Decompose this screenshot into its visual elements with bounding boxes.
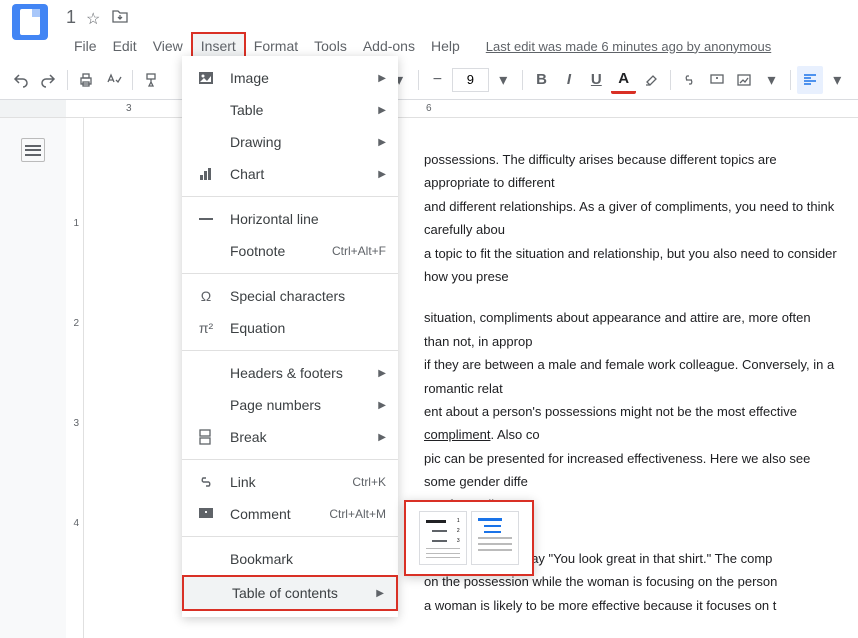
menu-edit[interactable]: Edit [105,34,145,58]
text-color-button[interactable]: A [611,66,636,94]
more-button[interactable]: ▾ [759,66,784,94]
omega-icon: Ω [194,288,218,304]
chevron-right-icon: ▶ [378,73,386,84]
menubar: File Edit View Insert Format Tools Add-o… [0,32,858,60]
image-icon [194,69,218,87]
doc-title[interactable]: 1 [66,7,76,28]
chevron-right-icon: ▶ [378,105,386,116]
last-edit-link[interactable]: Last edit was made 6 minutes ago by anon… [486,39,771,54]
highlight-button[interactable] [638,66,663,94]
break-icon [194,428,218,446]
chevron-right-icon: ▶ [378,137,386,148]
toc-option-links[interactable] [471,511,519,565]
docs-logo[interactable] [12,4,48,40]
insert-image-button[interactable] [731,66,756,94]
underline-button[interactable]: U [584,66,609,94]
italic-button[interactable]: I [556,66,581,94]
chevron-right-icon: ▶ [378,432,386,443]
print-button[interactable] [74,66,99,94]
comment-icon [194,505,218,523]
vertical-ruler[interactable]: 1 2 3 4 [66,118,84,638]
redo-button[interactable] [35,66,60,94]
horizontal-ruler[interactable]: 3 4 5 6 [0,100,858,118]
menu-item-page-numbers[interactable]: Page numbers ▶ [182,389,398,421]
font-size-decrease[interactable]: − [425,66,450,94]
insert-dropdown: Image ▶ Table ▶ Drawing ▶ Chart ▶ Horizo… [182,56,398,617]
menu-item-footnote[interactable]: Footnote Ctrl+Alt+F [182,235,398,267]
bold-button[interactable]: B [529,66,554,94]
toolbar: ▾ − 9 ▾ B I U A ▾ ▾ [0,60,858,100]
menu-addons[interactable]: Add-ons [355,34,423,58]
menu-item-special-chars[interactable]: Ω Special characters [182,280,398,312]
menu-tools[interactable]: Tools [306,34,355,58]
menu-item-equation[interactable]: π² Equation [182,312,398,344]
spellcheck-button[interactable] [101,66,126,94]
font-size-input[interactable]: 9 [452,68,488,92]
undo-button[interactable] [8,66,33,94]
star-icon[interactable]: ☆ [86,9,102,25]
font-size-increase[interactable]: ▾ [491,66,516,94]
insert-link-button[interactable] [677,66,702,94]
menu-view[interactable]: View [145,34,191,58]
menu-item-bookmark[interactable]: Bookmark [182,543,398,575]
menu-item-drawing[interactable]: Drawing ▶ [182,126,398,158]
menu-item-comment[interactable]: Comment Ctrl+Alt+M [182,498,398,530]
chevron-right-icon: ▶ [378,400,386,411]
left-sidebar [0,118,66,638]
menu-item-table[interactable]: Table ▶ [182,94,398,126]
chevron-right-icon: ▶ [378,368,386,379]
chevron-right-icon: ▶ [376,588,384,599]
hline-icon [194,210,218,228]
align-more-button[interactable]: ▾ [825,66,850,94]
chevron-right-icon: ▶ [378,169,386,180]
menu-item-horizontal-line[interactable]: Horizontal line [182,203,398,235]
toc-option-numbered[interactable]: 1 2 3 [419,511,467,565]
chart-icon [194,165,218,183]
insert-comment-button[interactable] [704,66,729,94]
menu-item-image[interactable]: Image ▶ [182,62,398,94]
pi-icon: π² [194,320,218,336]
menu-file[interactable]: File [66,34,105,58]
menu-item-link[interactable]: Link Ctrl+K [182,466,398,498]
toc-submenu: 1 2 3 [404,500,534,576]
menu-item-chart[interactable]: Chart ▶ [182,158,398,190]
menu-format[interactable]: Format [246,34,306,58]
link-icon [194,473,218,491]
outline-icon[interactable] [21,138,45,162]
menu-item-break[interactable]: Break ▶ [182,421,398,453]
paint-format-button[interactable] [139,66,164,94]
move-icon[interactable] [112,9,128,25]
menu-item-headers-footers[interactable]: Headers & footers ▶ [182,357,398,389]
menu-item-table-of-contents[interactable]: Table of contents ▶ [182,575,398,611]
align-left-button[interactable] [797,66,822,94]
menu-help[interactable]: Help [423,34,468,58]
